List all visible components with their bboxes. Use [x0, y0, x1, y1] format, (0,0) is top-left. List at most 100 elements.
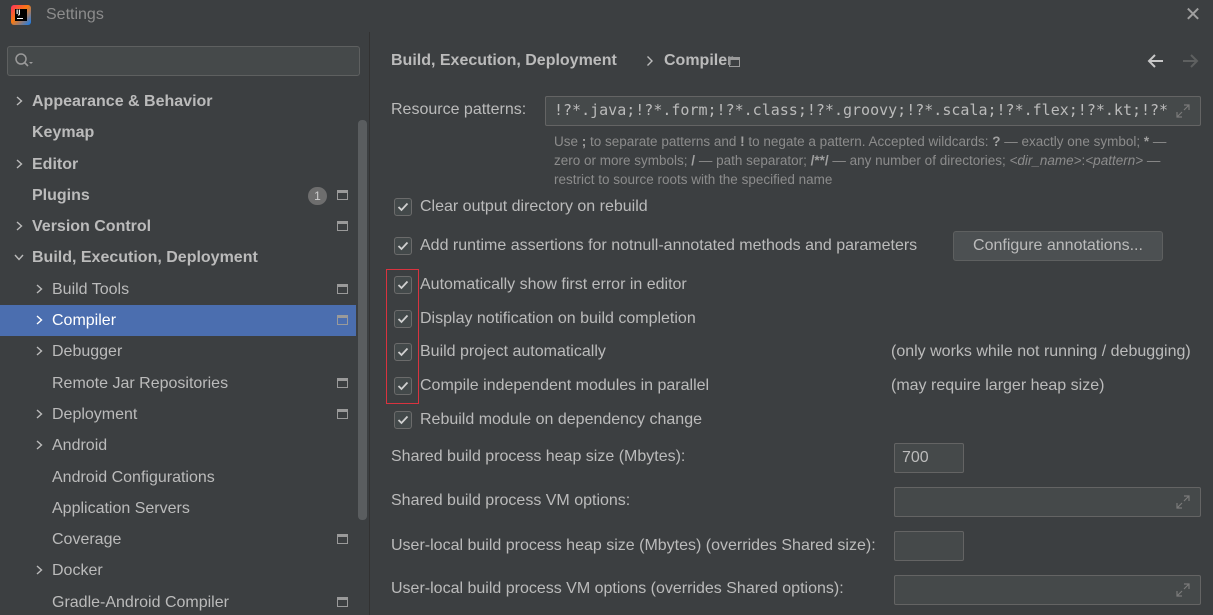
- resource-patterns-value: !?*.java;!?*.form;!?*.class;!?*.groovy;!…: [554, 101, 1169, 119]
- compile-parallel-label[interactable]: Compile independent modules in parallel: [420, 377, 709, 395]
- sidebar-item-gradle-android-compiler[interactable]: Gradle-Android Compiler: [0, 587, 356, 615]
- project-level-icon: [337, 408, 348, 419]
- chevron-right-icon[interactable]: [34, 284, 44, 294]
- settings-sidebar: Appearance & Behavior Keymap Editor Plugins…: [0, 32, 370, 615]
- build-automatically-label[interactable]: Build project automatically: [420, 343, 606, 361]
- chevron-right-icon[interactable]: [14, 96, 24, 106]
- build-automatically-note: (only works while not running / debuggin…: [891, 343, 1191, 360]
- runtime-assertions-label[interactable]: Add runtime assertions for notnull-annot…: [420, 237, 917, 255]
- project-level-icon: [337, 534, 348, 545]
- chevron-right-icon[interactable]: [34, 565, 44, 575]
- sidebar-item-application-servers[interactable]: Application Servers: [0, 493, 356, 524]
- sidebar-item-label: Android Configurations: [52, 468, 215, 486]
- sidebar-item-label: Coverage: [52, 531, 122, 549]
- forward-arrow-icon[interactable]: [1180, 52, 1200, 70]
- intellij-logo-icon: IJ: [11, 5, 31, 25]
- sidebar-scrollbar[interactable]: [358, 120, 367, 520]
- display-notification-label[interactable]: Display notification on build completion: [420, 310, 696, 328]
- sidebar-item-android[interactable]: Android: [0, 430, 356, 461]
- sidebar-item-build-tools[interactable]: Build Tools: [0, 274, 356, 305]
- user-heap-input[interactable]: [894, 531, 964, 561]
- clear-output-label[interactable]: Clear output directory on rebuild: [420, 198, 648, 216]
- sidebar-item-coverage[interactable]: Coverage: [0, 524, 356, 555]
- sidebar-item-editor[interactable]: Editor: [0, 149, 356, 180]
- shared-heap-input[interactable]: 700: [894, 443, 964, 473]
- sidebar-item-label: Application Servers: [52, 499, 190, 517]
- sidebar-item-label: Appearance & Behavior: [32, 93, 213, 110]
- shared-vm-options-label: Shared build process VM options:: [391, 492, 631, 509]
- chevron-right-icon[interactable]: [14, 159, 24, 169]
- sidebar-item-label: Deployment: [52, 405, 138, 423]
- breadcrumb-parent[interactable]: Build, Execution, Deployment: [391, 52, 617, 70]
- chevron-right-icon[interactable]: [34, 409, 44, 419]
- configure-annotations-button[interactable]: Configure annotations...: [953, 231, 1163, 261]
- expand-icon[interactable]: [1176, 104, 1190, 118]
- settings-content: Build, Execution, Deployment Compiler Re…: [371, 32, 1213, 615]
- sidebar-item-build-execution-deployment[interactable]: Build, Execution, Deployment: [0, 242, 356, 273]
- chevron-right-icon[interactable]: [14, 221, 24, 231]
- project-level-icon: [337, 221, 348, 232]
- breadcrumb-current: Compiler: [664, 52, 734, 69]
- sidebar-item-keymap[interactable]: Keymap: [0, 117, 356, 148]
- resource-patterns-field[interactable]: !?*.java;!?*.form;!?*.class;!?*.groovy;!…: [545, 96, 1201, 126]
- compile-parallel-note: (may require larger heap size): [891, 377, 1105, 394]
- user-vm-options-input[interactable]: [894, 575, 1201, 605]
- search-field[interactable]: [7, 46, 360, 76]
- sidebar-item-label: Keymap: [32, 124, 95, 142]
- update-count-badge: 1: [308, 186, 327, 205]
- sidebar-item-docker[interactable]: Docker: [0, 555, 356, 586]
- sidebar-item-appearance-behavior[interactable]: Appearance & Behavior: [0, 86, 356, 117]
- sidebar-item-label: Version Control: [32, 218, 152, 236]
- sidebar-item-deployment[interactable]: Deployment: [0, 399, 356, 430]
- clear-output-checkbox[interactable]: [394, 198, 412, 216]
- user-heap-label: User-local build process heap size (Mbyt…: [391, 537, 876, 554]
- sidebar-item-label: Build, Execution, Deployment: [32, 249, 258, 267]
- build-automatically-checkbox[interactable]: [394, 343, 412, 361]
- window-title: Settings: [46, 6, 104, 23]
- title-bar: IJ Settings ✕: [0, 0, 1213, 32]
- expand-icon[interactable]: [1176, 495, 1190, 509]
- close-icon[interactable]: ✕: [1183, 5, 1203, 25]
- rebuild-dependency-checkbox[interactable]: [394, 411, 412, 429]
- rebuild-dependency-label[interactable]: Rebuild module on dependency change: [420, 411, 702, 429]
- sidebar-item-label: Editor: [32, 155, 79, 173]
- compile-parallel-checkbox[interactable]: [394, 377, 412, 395]
- chevron-right-icon[interactable]: [34, 440, 44, 450]
- shared-vm-options-input[interactable]: [894, 487, 1201, 517]
- show-first-error-checkbox[interactable]: [394, 276, 412, 294]
- user-vm-options-label: User-local build process VM options (ove…: [391, 580, 844, 597]
- shared-heap-label: Shared build process heap size (Mbytes):: [391, 448, 686, 465]
- expand-icon[interactable]: [1176, 583, 1190, 597]
- sidebar-item-label: Remote Jar Repositories: [52, 374, 229, 392]
- sidebar-item-plugins[interactable]: Plugins 1: [0, 180, 356, 211]
- chevron-down-icon[interactable]: [14, 252, 24, 262]
- back-arrow-icon[interactable]: [1146, 52, 1166, 70]
- project-level-icon: [337, 283, 348, 294]
- sidebar-item-label: Android: [52, 437, 108, 455]
- resource-patterns-hint: Use ; to separate patterns and ! to nega…: [554, 134, 1167, 187]
- runtime-assertions-checkbox[interactable]: [394, 237, 412, 255]
- project-level-icon: [337, 596, 348, 607]
- project-level-icon: [337, 377, 348, 388]
- search-input[interactable]: [40, 51, 350, 71]
- sidebar-item-label: Debugger: [52, 343, 123, 361]
- sidebar-item-label: Plugins: [32, 186, 90, 204]
- sidebar-item-version-control[interactable]: Version Control: [0, 211, 356, 242]
- sidebar-item-label: Compiler: [52, 312, 117, 330]
- settings-tree: Appearance & Behavior Keymap Editor Plugins…: [0, 86, 356, 615]
- sidebar-item-label: Docker: [52, 562, 103, 580]
- chevron-right-icon: [647, 56, 653, 66]
- sidebar-item-debugger[interactable]: Debugger: [0, 336, 356, 367]
- sidebar-item-label: Build Tools: [52, 280, 130, 298]
- chevron-right-icon[interactable]: [34, 315, 44, 325]
- search-icon: [15, 53, 33, 67]
- chevron-right-icon[interactable]: [34, 346, 44, 356]
- sidebar-item-compiler[interactable]: Compiler: [0, 305, 356, 337]
- show-first-error-label[interactable]: Automatically show first error in editor: [420, 276, 687, 294]
- sidebar-item-android-configurations[interactable]: Android Configurations: [0, 462, 356, 493]
- sidebar-item-label: Gradle-Android Compiler: [52, 593, 229, 611]
- sidebar-item-remote-jar-repositories[interactable]: Remote Jar Repositories: [0, 368, 356, 399]
- display-notification-checkbox[interactable]: [394, 310, 412, 328]
- project-level-icon: [337, 315, 348, 326]
- resource-patterns-label: Resource patterns:: [391, 101, 527, 118]
